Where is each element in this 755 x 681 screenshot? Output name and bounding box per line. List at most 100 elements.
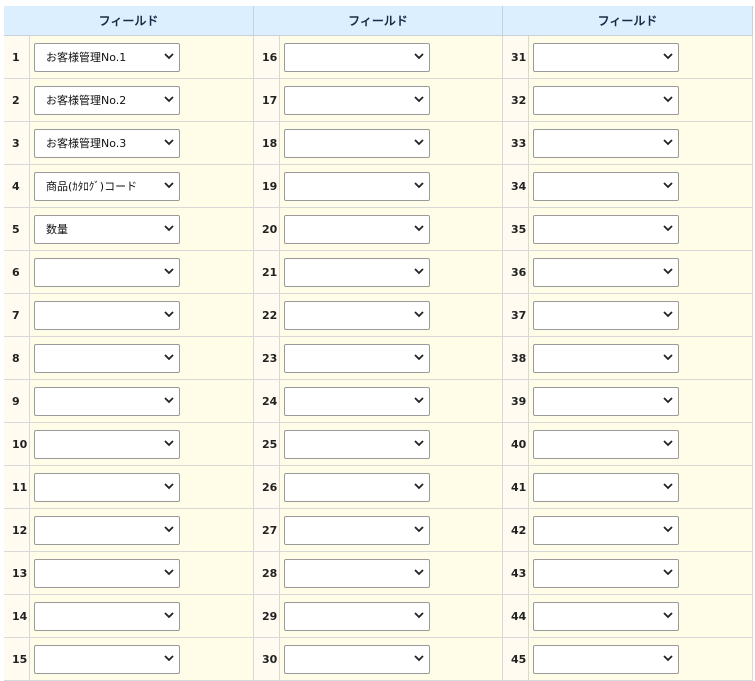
- field-select[interactable]: [34, 558, 180, 588]
- field-select[interactable]: [533, 472, 680, 502]
- field-select[interactable]: [533, 644, 680, 674]
- field-select[interactable]: [533, 257, 680, 287]
- field-select[interactable]: [34, 515, 180, 545]
- field-select[interactable]: お客様管理No.3: [34, 128, 180, 158]
- field-number: 42: [503, 509, 530, 552]
- field-select[interactable]: お客様管理No.1: [34, 42, 180, 72]
- field-select[interactable]: [284, 644, 431, 674]
- chevron-down-icon: [663, 310, 673, 317]
- field-select[interactable]: [34, 343, 180, 373]
- chevron-down-icon: [663, 138, 673, 145]
- chevron-down-icon: [164, 310, 174, 317]
- field-select[interactable]: [533, 343, 680, 373]
- field-select[interactable]: [284, 343, 431, 373]
- field-number: 23: [254, 337, 281, 380]
- chevron-down-icon: [663, 95, 673, 102]
- field-number: 19: [254, 165, 281, 208]
- field-number: 38: [503, 337, 530, 380]
- field-number: 30: [254, 638, 281, 681]
- field-select[interactable]: [533, 171, 680, 201]
- field-select-value: お客様管理No.2: [46, 93, 127, 107]
- chevron-down-icon: [663, 396, 673, 403]
- table-row: 1 お客様管理No.1 16 31: [4, 36, 754, 79]
- table-row: 6 21 36: [4, 251, 754, 294]
- field-select[interactable]: [34, 644, 180, 674]
- field-select[interactable]: [284, 515, 431, 545]
- field-cell: [280, 251, 504, 294]
- field-number: 11: [4, 466, 30, 509]
- field-number: 4: [4, 165, 30, 208]
- field-select[interactable]: [34, 386, 180, 416]
- field-select[interactable]: [284, 558, 431, 588]
- field-cell: [30, 509, 255, 552]
- field-select[interactable]: [533, 558, 680, 588]
- field-select[interactable]: [284, 42, 431, 72]
- field-cell: [280, 638, 504, 681]
- field-cell: [529, 165, 754, 208]
- field-select-value: 数量: [46, 222, 68, 236]
- table-row: 5 数量 20 35: [4, 208, 754, 251]
- chevron-down-icon: [663, 525, 673, 532]
- field-select[interactable]: [34, 300, 180, 330]
- field-select[interactable]: [284, 85, 431, 115]
- field-number: 26: [254, 466, 281, 509]
- chevron-down-icon: [164, 181, 174, 188]
- chevron-down-icon: [663, 52, 673, 59]
- chevron-down-icon: [663, 439, 673, 446]
- field-select[interactable]: [284, 386, 431, 416]
- table-row: 8 23 38: [4, 337, 754, 380]
- field-number: 22: [254, 294, 281, 337]
- field-select[interactable]: [533, 128, 680, 158]
- field-number: 7: [4, 294, 30, 337]
- field-number: 28: [254, 552, 281, 595]
- field-cell: お客様管理No.2: [30, 79, 255, 122]
- field-select[interactable]: [533, 42, 680, 72]
- field-number: 1: [4, 36, 30, 79]
- field-number: 5: [4, 208, 30, 251]
- field-number: 41: [503, 466, 530, 509]
- chevron-down-icon: [414, 138, 424, 145]
- chevron-down-icon: [663, 482, 673, 489]
- field-number: 25: [254, 423, 281, 466]
- field-select[interactable]: [34, 472, 180, 502]
- field-select[interactable]: [533, 515, 680, 545]
- field-number: 20: [254, 208, 281, 251]
- field-select[interactable]: [284, 601, 431, 631]
- field-select[interactable]: [533, 214, 680, 244]
- field-select[interactable]: [284, 257, 431, 287]
- field-select[interactable]: [533, 601, 680, 631]
- field-select[interactable]: [284, 300, 431, 330]
- field-select[interactable]: [533, 429, 680, 459]
- chevron-down-icon: [663, 181, 673, 188]
- chevron-down-icon: [164, 611, 174, 618]
- field-select[interactable]: [533, 300, 680, 330]
- field-select[interactable]: 商品(ｶﾀﾛｸﾞ)コード: [34, 171, 180, 201]
- chevron-down-icon: [414, 482, 424, 489]
- field-cell: 商品(ｶﾀﾛｸﾞ)コード: [30, 165, 255, 208]
- field-select[interactable]: 数量: [34, 214, 180, 244]
- table-row: 9 24 39: [4, 380, 754, 423]
- chevron-down-icon: [414, 396, 424, 403]
- field-select[interactable]: お客様管理No.2: [34, 85, 180, 115]
- field-cell: お客様管理No.3: [30, 122, 255, 165]
- chevron-down-icon: [414, 224, 424, 231]
- field-select[interactable]: [284, 214, 431, 244]
- field-select[interactable]: [34, 601, 180, 631]
- field-select[interactable]: [284, 171, 431, 201]
- field-select[interactable]: [533, 85, 680, 115]
- chevron-down-icon: [414, 310, 424, 317]
- field-select[interactable]: [34, 257, 180, 287]
- chevron-down-icon: [663, 568, 673, 575]
- field-cell: [529, 79, 754, 122]
- field-number: 16: [254, 36, 281, 79]
- field-number: 8: [4, 337, 30, 380]
- field-select[interactable]: [284, 128, 431, 158]
- field-select[interactable]: [284, 429, 431, 459]
- chevron-down-icon: [414, 353, 424, 360]
- field-number: 39: [503, 380, 530, 423]
- field-select[interactable]: [284, 472, 431, 502]
- table-row: 2 お客様管理No.2 17 32: [4, 79, 754, 122]
- field-cell: [529, 552, 754, 595]
- field-select[interactable]: [34, 429, 180, 459]
- field-select[interactable]: [533, 386, 680, 416]
